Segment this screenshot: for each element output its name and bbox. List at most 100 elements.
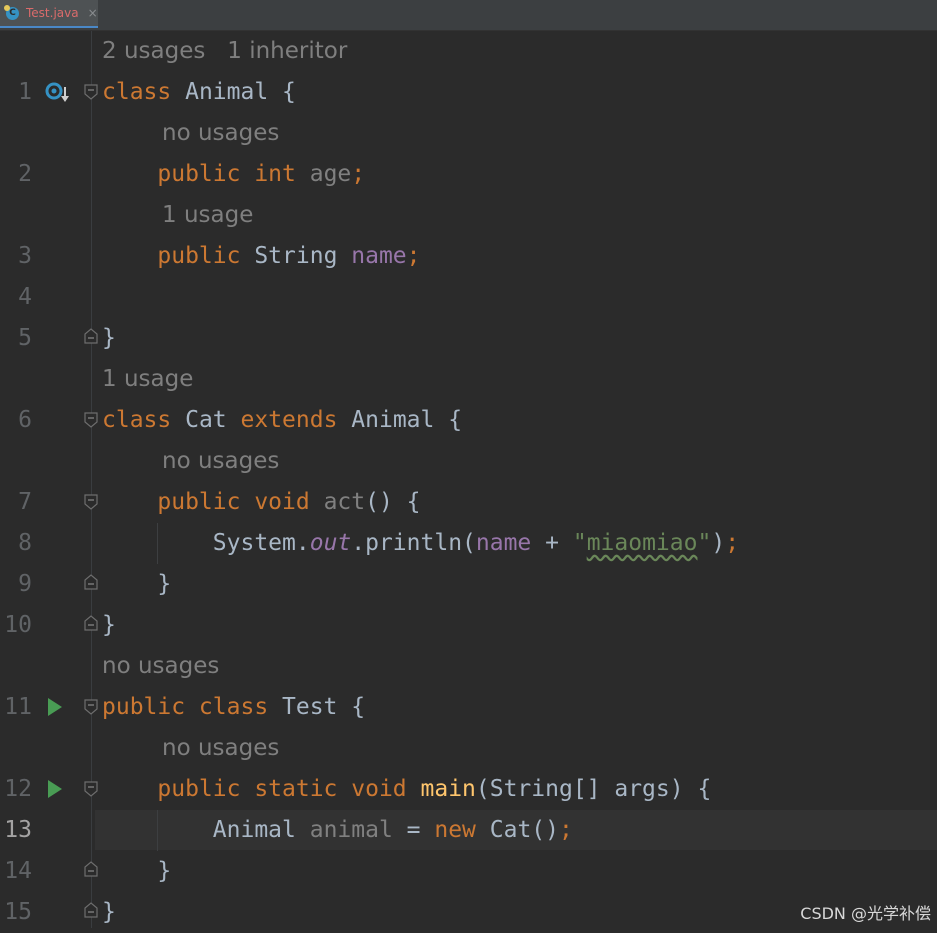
code-token: .println( (351, 530, 476, 556)
code-text[interactable]: public class Test { (102, 687, 365, 728)
usage-hint-row: 1 usage (0, 359, 937, 400)
code-token: " (572, 530, 587, 556)
fold-end-icon[interactable] (84, 574, 98, 590)
code-text[interactable]: } (102, 564, 171, 605)
code-token: ; (559, 817, 573, 843)
code-line: 3 public String name; (0, 236, 937, 277)
code-line: 4 (0, 277, 937, 318)
usage-hint[interactable]: 2 usages 1 inheritor (102, 31, 347, 72)
code-token: Test { (268, 694, 366, 720)
code-token: ; (406, 243, 421, 269)
code-line: 11 public class Test { (0, 687, 937, 728)
line-number[interactable]: 3 (0, 236, 32, 277)
code-token: } (102, 325, 116, 351)
line-number[interactable]: 8 (0, 523, 32, 564)
usage-hint-row: no usages (0, 646, 937, 687)
line-number[interactable]: 4 (0, 277, 32, 318)
code-token: () { (365, 489, 421, 515)
line-number[interactable]: 1 (0, 72, 32, 113)
code-token: ) (711, 530, 726, 556)
code-token: " (697, 530, 712, 556)
code-token: out (309, 530, 352, 556)
usage-hint[interactable]: 1 usage (102, 359, 193, 400)
code-line: 14 } (0, 851, 937, 892)
code-text[interactable]: } (102, 892, 116, 933)
tab-label: Test.java (26, 6, 79, 20)
line-number[interactable]: 9 (0, 564, 32, 605)
code-token: Animal { (337, 407, 463, 433)
line-number[interactable]: 7 (0, 482, 32, 523)
code-text[interactable]: Animal animal = new Cat(); (102, 810, 573, 851)
fold-start-icon[interactable] (84, 494, 98, 510)
code-text[interactable]: } (102, 851, 171, 892)
usage-hint[interactable]: no usages (162, 113, 279, 154)
fold-end-icon[interactable] (84, 328, 98, 344)
code-text[interactable]: public static void main(String[] args) { (102, 769, 711, 810)
code-token: new (434, 817, 476, 843)
code-line: 13 Animal animal = new Cat(); (0, 810, 937, 851)
editor-tab-test-java[interactable]: C Test.java × (0, 0, 98, 28)
usage-hint[interactable]: no usages (162, 441, 279, 482)
run-icon[interactable] (47, 779, 63, 799)
fold-start-icon[interactable] (84, 84, 98, 100)
usage-hint[interactable]: no usages (102, 646, 219, 687)
usage-hint[interactable]: no usages (162, 728, 279, 769)
fold-start-icon[interactable] (84, 699, 98, 715)
usage-hint-row: no usages (0, 113, 937, 154)
line-number[interactable]: 12 (0, 769, 32, 810)
code-token: Cat() (475, 817, 559, 843)
fold-end-icon[interactable] (84, 615, 98, 631)
code-line: 7 public void act() { (0, 482, 937, 523)
line-number[interactable]: 13 (0, 810, 32, 851)
code-line: 2 public int age; (0, 154, 937, 195)
editor-tab-bar: C Test.java × (0, 0, 937, 31)
code-text[interactable]: } (102, 605, 116, 646)
code-text[interactable]: public String name; (102, 236, 421, 277)
code-token: (String[] args) { (475, 776, 712, 802)
code-token: class (102, 407, 172, 433)
fold-end-icon[interactable] (84, 861, 98, 877)
code-token: act (323, 489, 366, 515)
code-token: public static void (157, 776, 407, 802)
code-token: name (475, 530, 532, 556)
code-text[interactable]: class Animal { (102, 72, 296, 113)
line-number[interactable]: 14 (0, 851, 32, 892)
code-token: public int (157, 161, 296, 187)
code-text[interactable]: public int age; (102, 154, 365, 195)
code-text[interactable]: } (102, 318, 116, 359)
code-token: ; (351, 161, 366, 187)
line-number[interactable]: 5 (0, 318, 32, 359)
line-number[interactable]: 10 (0, 605, 32, 646)
watermark: CSDN @光学补偿 (800, 904, 931, 923)
line-number[interactable]: 6 (0, 400, 32, 441)
code-token: } (102, 858, 172, 884)
usage-hint[interactable]: 1 usage (162, 195, 253, 236)
java-class-icon: C (4, 4, 19, 20)
code-token: Animal { (171, 79, 296, 105)
run-icon[interactable] (47, 697, 63, 717)
fold-start-icon[interactable] (84, 781, 98, 797)
fold-start-icon[interactable] (84, 412, 98, 428)
usage-hint-row: 1 usage (0, 195, 937, 236)
code-editor[interactable]: 2 usages 1 inheritor no usages 1 usage 1… (0, 31, 937, 928)
implemented-override-icon[interactable] (44, 81, 72, 105)
line-number[interactable]: 2 (0, 154, 32, 195)
code-token: extends (240, 407, 338, 433)
code-text[interactable]: System.out.println(name + "miaomiao"); (102, 523, 739, 564)
code-line: 5} (0, 318, 937, 359)
code-text[interactable]: public void act() { (102, 482, 421, 523)
code-token: Cat (171, 407, 241, 433)
code-line: 1 class Animal { (0, 72, 937, 113)
code-token: main (420, 776, 476, 802)
fold-end-icon[interactable] (84, 902, 98, 918)
line-number[interactable]: 15 (0, 892, 32, 933)
line-number[interactable]: 11 (0, 687, 32, 728)
close-icon[interactable]: × (88, 6, 98, 20)
code-token: class (102, 79, 172, 105)
code-text[interactable]: class Cat extends Animal { (102, 400, 462, 441)
